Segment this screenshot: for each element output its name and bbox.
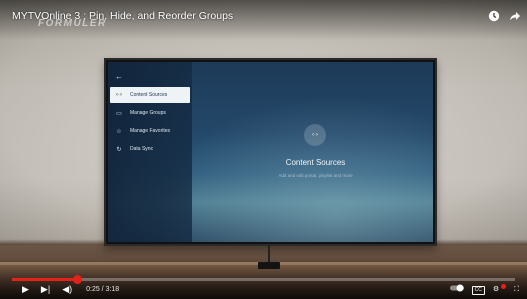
fullscreen-icon[interactable]: ⛶ [514,285,519,295]
code-brackets-icon: ‹·› [304,124,326,146]
tv-menu-item[interactable]: ↻ Data Sync [110,141,190,157]
panel-subtitle: Add and edit portal, playlist and more [278,173,353,178]
tv-menu-item-label: Content Sources [130,92,168,98]
progress-played [12,278,78,281]
watch-later-clock-icon[interactable] [488,9,500,22]
tv-screen: ← ‹·› Content Sources ▭ Manage Groups ☆ Manag… [108,62,433,242]
star-icon: ☆ [116,128,122,135]
tv-menu-item[interactable]: ▭ Manage Groups [110,105,190,121]
tv-menu-item[interactable]: ☆ Manage Favorites [110,123,190,139]
progress-bar[interactable] [12,275,515,284]
hd-badge-icon [501,284,507,289]
controls-left: ▶ ▶| ◀) 0:25 / 3:18 [22,284,119,294]
next-icon[interactable]: ▶| [41,284,50,294]
share-arrow-icon[interactable] [509,9,521,21]
video-player[interactable]: ← ‹·› Content Sources ▭ Manage Groups ☆ Manag… [0,0,527,299]
volume-icon[interactable]: ◀) [62,284,72,294]
settings-gear-icon[interactable]: ⚙ [493,285,499,295]
television: ← ‹·› Content Sources ▭ Manage Groups ☆ Manag… [104,58,437,246]
tv-settings-menu: ‹·› Content Sources ▭ Manage Groups ☆ Manage … [110,87,190,159]
tv-menu-item-label: Data Sync [130,146,154,152]
tv-menu-item-label: Manage Favorites [130,128,171,134]
controls-right: CC ⚙ ⛶ [449,284,519,296]
panel-title: Content Sources [285,158,346,167]
top-icons [488,9,521,22]
brand-watermark: FORMULER [38,18,107,29]
folder-icon: ▭ [116,110,122,117]
tv-menu-item-label: Manage Groups [130,110,166,116]
autoplay-toggle-icon[interactable] [449,284,464,296]
back-arrow-icon[interactable]: ← [115,72,123,81]
time-display: 0:25 / 3:18 [86,285,120,293]
play-icon[interactable]: ▶ [22,284,29,294]
captions-button[interactable]: CC [471,285,485,295]
tv-menu-item[interactable]: ‹·› Content Sources [110,87,190,103]
sync-icon: ↻ [116,146,122,153]
tv-settings-sidebar: ← ‹·› Content Sources ▭ Manage Groups ☆ Manag… [108,62,192,242]
code-brackets-icon: ‹·› [116,92,122,98]
